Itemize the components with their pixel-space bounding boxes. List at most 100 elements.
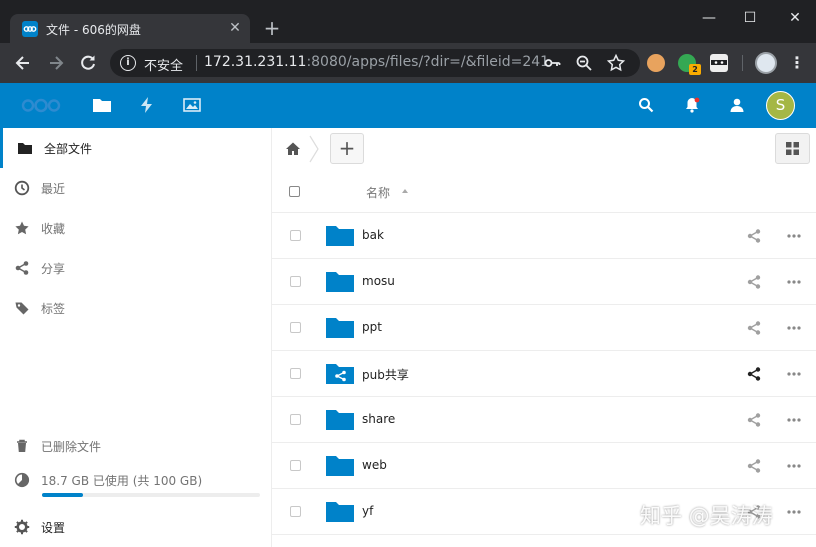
file-name[interactable]: web <box>362 458 387 472</box>
share-icon[interactable] <box>746 412 762 428</box>
extension-ninja-icon[interactable] <box>710 54 728 72</box>
quota-text: 18.7 GB 已使用 (共 100 GB) <box>41 474 203 488</box>
row-checkbox[interactable] <box>290 368 301 379</box>
sidebar-item-settings[interactable]: 设置 <box>0 507 271 547</box>
sidebar-item-label: 标签 <box>41 302 66 316</box>
sidebar-item-label: 分享 <box>41 262 66 276</box>
column-header-name[interactable]: 名称 <box>366 184 390 201</box>
more-options-icon[interactable] <box>786 458 802 474</box>
more-options-icon[interactable] <box>786 366 802 382</box>
menu-icon[interactable]: ⋮ <box>788 52 806 74</box>
share-icon[interactable] <box>746 274 762 290</box>
more-options-icon[interactable] <box>786 274 802 290</box>
sidebar-item-favorites[interactable]: 收藏 <box>0 208 271 248</box>
share-icon[interactable] <box>746 458 762 474</box>
nextcloud-logo-icon[interactable] <box>20 98 62 113</box>
sidebar-item-label: 已删除文件 <box>41 440 102 454</box>
more-options-icon[interactable] <box>786 412 802 428</box>
grid-view-toggle[interactable] <box>775 133 810 164</box>
folder-icon <box>326 318 354 338</box>
file-list-area: + 名称 bak mosu ppt pub共享 share web yf <box>272 128 816 547</box>
breadcrumb-controls: + <box>272 128 816 170</box>
file-name[interactable]: bak <box>362 228 384 242</box>
row-checkbox[interactable] <box>290 276 301 287</box>
browser-tab[interactable]: 文件 - 606的网盘 ✕ <box>10 14 250 43</box>
bookmark-star-icon[interactable] <box>606 53 626 73</box>
sidebar-item-tags[interactable]: 标签 <box>0 288 271 328</box>
key-icon[interactable] <box>542 53 562 73</box>
row-checkbox[interactable] <box>290 414 301 425</box>
gallery-icon[interactable] <box>182 95 202 115</box>
home-icon[interactable] <box>284 140 302 158</box>
forward-icon[interactable] <box>45 52 67 74</box>
nextcloud-favicon-icon <box>22 21 38 37</box>
new-file-button[interactable]: + <box>330 133 364 164</box>
info-icon[interactable]: i <box>120 55 136 71</box>
sidebar-item-label: 最近 <box>41 182 66 196</box>
browser-window: 文件 - 606的网盘 ✕ + — ☐ ✕ i 不安全 172.31.231.1… <box>0 0 816 547</box>
select-all-checkbox[interactable] <box>289 186 300 197</box>
file-name[interactable]: share <box>362 412 395 426</box>
tab-title: 文件 - 606的网盘 <box>46 23 141 37</box>
file-name[interactable]: yf <box>362 504 373 518</box>
file-name[interactable]: mosu <box>362 274 395 288</box>
search-icon[interactable] <box>637 96 655 114</box>
row-checkbox[interactable] <box>290 230 301 241</box>
more-options-icon[interactable] <box>786 320 802 336</box>
file-row[interactable]: ppt <box>272 305 816 351</box>
address-bar[interactable]: i 不安全 172.31.231.11:8080/apps/files/?dir… <box>110 49 640 77</box>
file-row[interactable]: web <box>272 443 816 489</box>
file-list-header: 名称 <box>272 170 816 213</box>
folder-icon <box>326 272 354 292</box>
back-icon[interactable] <box>12 52 34 74</box>
star-icon <box>15 221 29 235</box>
sort-ascending-icon[interactable] <box>402 189 408 193</box>
contacts-icon[interactable] <box>728 96 746 114</box>
user-avatar[interactable]: S <box>766 91 795 120</box>
file-row[interactable]: pub共享 <box>272 351 816 397</box>
notifications-icon[interactable] <box>683 96 701 114</box>
minimize-icon[interactable]: — <box>694 6 724 30</box>
url-host: 172.31.231.11 <box>204 54 307 70</box>
sidebar-item-shares[interactable]: 分享 <box>0 248 271 288</box>
files-icon[interactable] <box>92 95 112 115</box>
file-name[interactable]: ppt <box>362 320 382 334</box>
tag-icon <box>15 302 29 315</box>
clock-icon <box>14 180 30 196</box>
share-icon[interactable] <box>746 366 762 382</box>
sidebar-item-all-files[interactable]: 全部文件 <box>0 128 271 168</box>
sidebar-item-recent[interactable]: 最近 <box>0 168 271 208</box>
share-icon <box>15 261 29 275</box>
activity-icon[interactable] <box>137 95 157 115</box>
extension-green-icon[interactable]: 2 <box>678 54 701 75</box>
maximize-icon[interactable]: ☐ <box>735 6 765 30</box>
more-options-icon[interactable] <box>786 504 802 520</box>
url-path: :8080/apps/files/?dir=/&fileid=241 <box>306 54 550 70</box>
extension-badge: 2 <box>689 64 701 75</box>
security-label[interactable]: 不安全 <box>144 55 183 74</box>
url-text[interactable]: 172.31.231.11:8080/apps/files/?dir=/&fil… <box>204 54 549 70</box>
file-row[interactable]: mosu <box>272 259 816 305</box>
file-row[interactable]: bak <box>272 213 816 259</box>
share-icon[interactable] <box>746 320 762 336</box>
zoom-icon[interactable] <box>574 53 594 73</box>
file-row[interactable]: share <box>272 397 816 443</box>
row-checkbox[interactable] <box>290 506 301 517</box>
share-icon[interactable] <box>746 228 762 244</box>
profile-avatar[interactable] <box>755 52 777 74</box>
new-tab-button[interactable]: + <box>260 17 284 41</box>
quota-progress-bar <box>42 493 260 497</box>
sidebar-item-label: 设置 <box>41 521 66 535</box>
reload-icon[interactable] <box>77 52 99 74</box>
extension-fox-icon[interactable] <box>647 54 665 72</box>
file-name[interactable]: pub共享 <box>362 366 409 383</box>
tab-close-icon[interactable]: ✕ <box>226 19 244 37</box>
window-close-icon[interactable]: ✕ <box>780 6 810 30</box>
folder-icon <box>18 143 32 154</box>
tab-strip: 文件 - 606的网盘 ✕ + — ☐ ✕ <box>0 0 816 43</box>
row-checkbox[interactable] <box>290 460 301 471</box>
more-options-icon[interactable] <box>786 228 802 244</box>
sidebar-item-label: 全部文件 <box>44 142 93 156</box>
row-checkbox[interactable] <box>290 322 301 333</box>
app-navigation: 全部文件 最近 收藏 分享 标签 已删除文件 18.7 GB 已使用 (共 10… <box>0 128 272 547</box>
